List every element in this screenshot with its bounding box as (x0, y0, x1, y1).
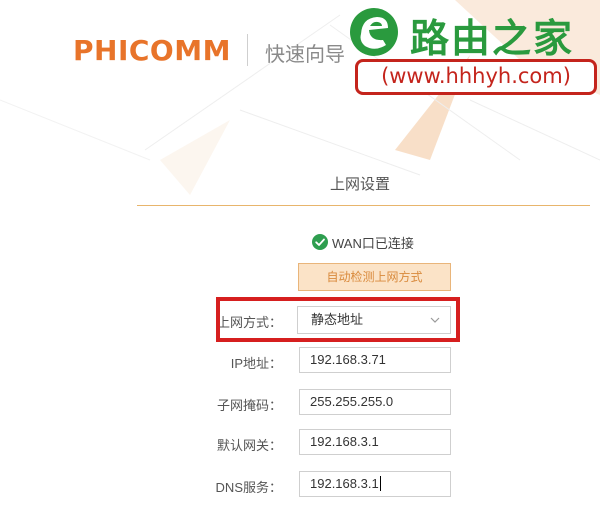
section-title: 上网设置 (329, 176, 390, 193)
auto-detect-button[interactable]: 自动检测上网方式 (298, 263, 451, 291)
header-divider (247, 34, 248, 66)
subnet-mask-label: 子网掩码： (216, 398, 282, 413)
section-divider (137, 205, 590, 206)
chevron-down-icon (430, 317, 440, 323)
subnet-mask-input[interactable]: 255.255.255.0 (299, 389, 451, 415)
gateway-input[interactable]: 192.168.3.1 (299, 429, 451, 455)
ip-address-input[interactable]: 192.168.3.71 (299, 347, 451, 373)
e-leaf-logo-icon (350, 8, 398, 56)
ip-address-label: IP地址： (230, 356, 282, 371)
wan-status-text: WAN口已连接 (332, 235, 414, 251)
watermark-url-box: (www.hhhyh.com) (355, 59, 597, 95)
dns-value: 192.168.3.1 (310, 476, 379, 491)
connection-type-value: 静态地址 (311, 312, 364, 327)
check-circle-icon (312, 234, 328, 250)
gateway-label: 默认网关： (216, 438, 282, 453)
connection-type-select[interactable]: 静态地址 (297, 306, 451, 334)
wizard-title: 快速向导 (265, 44, 345, 66)
phicomm-logo: PHICOMM (73, 34, 231, 67)
connection-type-label: 上网方式： (216, 315, 282, 330)
dns-input[interactable]: 192.168.3.1 (299, 471, 451, 497)
text-caret (379, 476, 381, 491)
dns-label: DNS服务： (215, 480, 282, 495)
wan-status: WAN口已连接 (312, 233, 414, 251)
watermark-title: 路由之家 (410, 17, 575, 62)
watermark-url: (www.hhhyh.com) (381, 64, 571, 88)
